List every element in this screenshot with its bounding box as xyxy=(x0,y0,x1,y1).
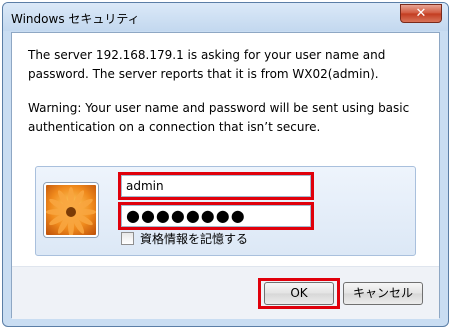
ok-highlight xyxy=(258,278,340,309)
credential-tile: admin ●●●●●●●● 資格情報を記憶する xyxy=(35,166,416,256)
button-bar: OK キャンセル xyxy=(12,266,439,319)
remember-label: 資格情報を記憶する xyxy=(140,232,249,246)
server-message: The server 192.168.179.1 is asking for y… xyxy=(28,48,386,81)
remember-credentials[interactable]: 資格情報を記憶する xyxy=(121,231,248,247)
close-icon: ✕ xyxy=(415,6,427,21)
username-highlight xyxy=(118,172,314,200)
cancel-button[interactable]: キャンセル xyxy=(343,282,423,305)
password-highlight xyxy=(118,202,314,230)
close-button[interactable]: ✕ xyxy=(400,4,442,23)
window-title: Windows セキュリティ xyxy=(11,12,140,26)
flower-avatar-icon xyxy=(44,183,98,237)
checkbox-icon[interactable] xyxy=(121,232,134,245)
dialog-body: The server 192.168.179.1 is asking for y… xyxy=(11,32,440,319)
security-dialog: Windows セキュリティ ✕ The server 192.168.179.… xyxy=(2,2,449,327)
warning-message: Warning: Your user name and password wil… xyxy=(28,101,410,134)
title-bar[interactable]: Windows セキュリティ ✕ xyxy=(3,3,448,31)
